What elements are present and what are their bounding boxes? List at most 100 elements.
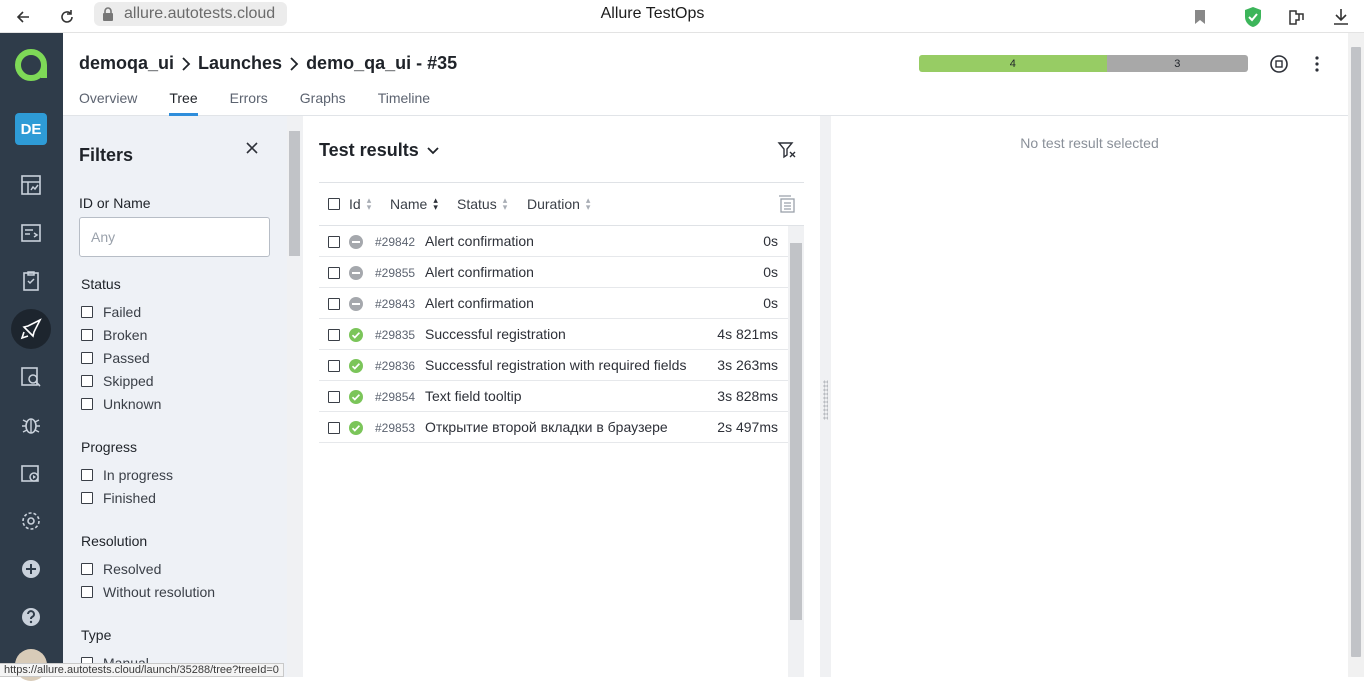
select-all-checkbox[interactable] (328, 198, 340, 210)
tab-errors[interactable]: Errors (230, 90, 268, 116)
status-broken-checkbox[interactable]: Broken (81, 327, 147, 343)
table-row[interactable]: #29855 Alert confirmation 0s (319, 257, 788, 288)
status-passed-checkbox[interactable]: Passed (81, 350, 150, 366)
tab-overview[interactable]: Overview (79, 90, 137, 116)
breadcrumb-project[interactable]: demoqa_ui (79, 53, 174, 74)
help-icon[interactable] (11, 597, 51, 637)
table-row[interactable]: #29836 Successful registration with requi… (319, 350, 788, 381)
row-checkbox[interactable] (328, 298, 340, 310)
row-checkbox[interactable] (328, 360, 340, 372)
results-table-header: Id ▴ ▾ Name ▴ ▾ Status ▴ ▾ Duration ▴ ▾ (319, 182, 804, 226)
progress-in-progress-checkbox[interactable]: In progress (81, 467, 173, 483)
test-results-panel: Test results Id ▴ ▾ Name ▴ ▾ Status ▴ ▾ Durati… (303, 116, 820, 677)
table-row[interactable]: #29854 Text field tooltip 3s 828ms (319, 381, 788, 412)
status-skipped-checkbox[interactable]: Skipped (81, 373, 154, 389)
test-name: Successful registration with required fi… (425, 357, 687, 373)
tab-timeline[interactable]: Timeline (378, 90, 430, 116)
sort-icon: ▴ ▾ (433, 195, 438, 212)
row-checkbox[interactable] (328, 329, 340, 341)
launches-icon[interactable] (11, 309, 51, 349)
column-duration[interactable]: Duration ▴ ▾ (527, 196, 590, 213)
test-duration: 4s 821ms (717, 326, 778, 342)
status-failed-checkbox[interactable]: Failed (81, 304, 141, 320)
skipped-count: 3 (1106, 55, 1248, 72)
test-id: #29843 (375, 297, 416, 311)
filters-title: Filters (79, 145, 134, 165)
table-row[interactable]: #29843 Alert confirmation 0s (319, 288, 788, 319)
test-results-title[interactable]: Test results (319, 140, 439, 161)
breadcrumb: demoqa_ui Launches demo_qa_ui - #35 (79, 53, 457, 74)
progress-finished-checkbox[interactable]: Finished (81, 490, 156, 506)
breadcrumb-launches[interactable]: Launches (198, 53, 282, 74)
column-id[interactable]: Id ▴ ▾ (349, 195, 372, 213)
panel-splitter[interactable] (820, 116, 831, 677)
column-name[interactable]: Name ▴ ▾ (390, 195, 438, 213)
test-id: #29855 (375, 266, 416, 280)
lock-icon (103, 7, 113, 21)
columns-settings-icon[interactable] (778, 195, 796, 213)
page-scrollbar[interactable] (1348, 33, 1364, 677)
test-id: #29836 (375, 359, 416, 373)
close-icon[interactable] (244, 140, 260, 156)
shield-icon[interactable] (1240, 4, 1266, 30)
analytics-icon[interactable] (11, 357, 51, 397)
progress-filter-label: Progress (81, 439, 138, 455)
test-name: Alert confirmation (425, 233, 534, 249)
extensions-icon[interactable] (1284, 4, 1310, 30)
address-bar[interactable]: allure.autotests.cloud (94, 2, 287, 26)
test-duration: 3s 263ms (717, 357, 778, 373)
back-arrow-icon[interactable] (10, 4, 36, 30)
column-status[interactable]: Status ▴ ▾ (457, 196, 507, 213)
test-id: #29842 (375, 235, 416, 249)
test-name: Successful registration (425, 326, 566, 342)
window-title: Allure TestOps (600, 5, 705, 22)
sort-icon: ▴ ▾ (366, 195, 372, 212)
table-row[interactable]: #29835 Successful registration 4s 821ms (319, 319, 788, 350)
project-avatar[interactable]: DE (15, 113, 47, 145)
test-id: #29854 (375, 390, 416, 404)
launch-tabs: Overview Tree Errors Graphs Timeline (79, 90, 462, 116)
clear-filter-icon[interactable] (777, 140, 797, 160)
table-row[interactable]: #29842 Alert confirmation 0s (319, 226, 788, 257)
bookmark-icon[interactable] (1187, 4, 1213, 30)
download-icon[interactable] (1328, 4, 1354, 30)
dashboard-icon[interactable] (11, 165, 51, 205)
test-cases-icon[interactable] (11, 213, 51, 253)
allure-logo-icon[interactable] (13, 47, 49, 83)
skipped-status-icon (349, 235, 363, 249)
passed-status-icon (349, 421, 363, 435)
drag-handle-icon[interactable] (823, 380, 828, 420)
defects-icon[interactable] (11, 405, 51, 445)
add-icon[interactable] (11, 549, 51, 589)
table-row[interactable]: #29853 Открытие второй вкладки в браузере… (319, 412, 788, 443)
stop-launch-icon[interactable] (1268, 53, 1290, 75)
row-checkbox[interactable] (328, 236, 340, 248)
settings-icon[interactable] (11, 501, 51, 541)
filters-scrollbar[interactable] (287, 116, 303, 677)
skipped-status-icon (349, 297, 363, 311)
sidebar: DE (0, 33, 63, 681)
resolution-resolved-checkbox[interactable]: Resolved (81, 561, 161, 577)
id-name-label: ID or Name (79, 195, 151, 211)
row-checkbox[interactable] (328, 267, 340, 279)
test-plans-icon[interactable] (11, 261, 51, 301)
row-checkbox[interactable] (328, 422, 340, 434)
id-name-input[interactable]: Any (79, 217, 270, 257)
row-checkbox[interactable] (328, 391, 340, 403)
passed-status-icon (349, 328, 363, 342)
launch-header: demoqa_ui Launches demo_qa_ui - #35 Over… (63, 33, 1364, 116)
resolution-without-checkbox[interactable]: Without resolution (81, 584, 215, 600)
chevron-right-icon (282, 56, 306, 71)
tab-tree[interactable]: Tree (169, 90, 198, 116)
status-unknown-checkbox[interactable]: Unknown (81, 396, 161, 412)
more-vertical-icon[interactable] (1306, 53, 1328, 75)
link-preview: https://allure.autotests.cloud/launch/35… (0, 663, 284, 677)
skipped-status-icon (349, 266, 363, 280)
results-scrollbar[interactable] (788, 226, 804, 677)
results-list: #29842 Alert confirmation 0s #29855 Alert co… (319, 226, 788, 443)
jobs-icon[interactable] (11, 453, 51, 493)
test-name: Text field tooltip (425, 388, 522, 404)
tab-graphs[interactable]: Graphs (300, 90, 346, 116)
status-bar[interactable]: 4 3 (919, 55, 1248, 72)
reload-icon[interactable] (54, 4, 80, 30)
